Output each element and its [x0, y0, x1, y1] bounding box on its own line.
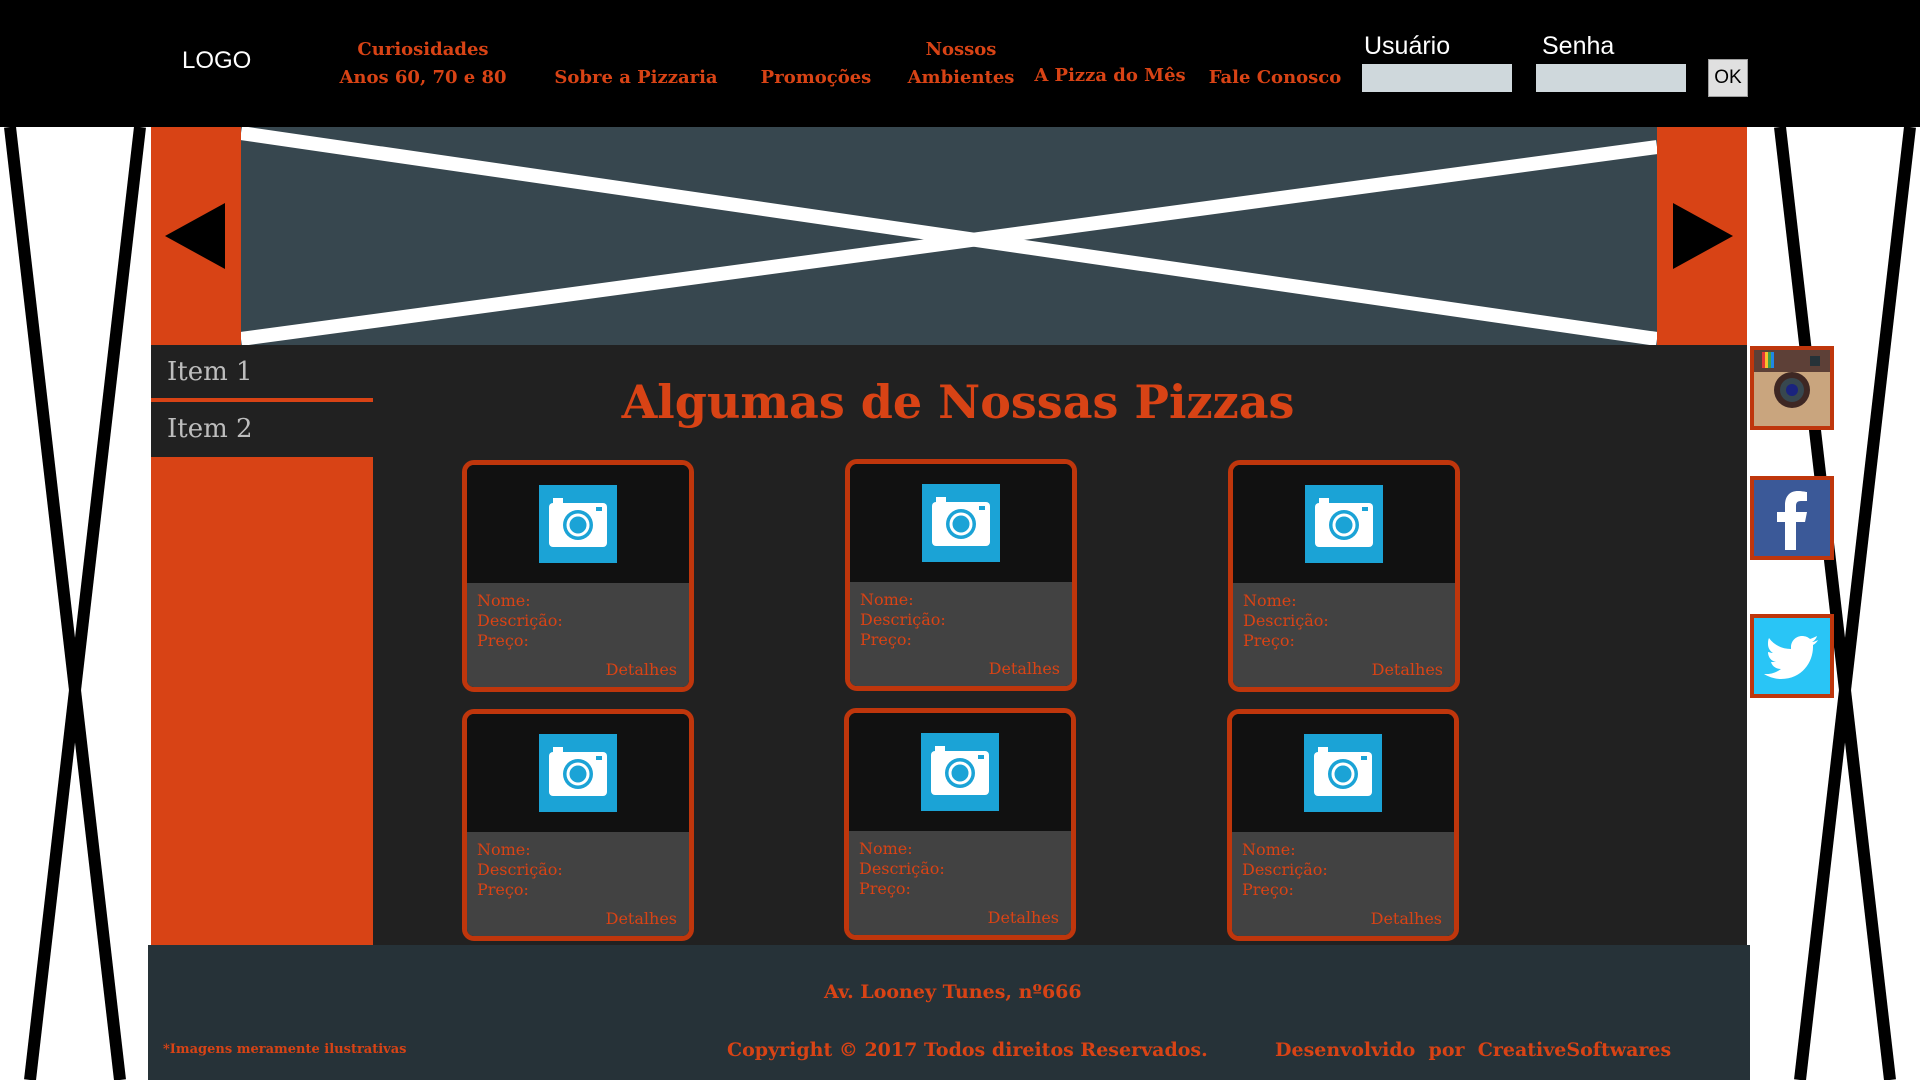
nav-item-label-line1: Nossos	[925, 39, 997, 60]
twitter-icon	[1754, 618, 1830, 694]
footer-copyright: Copyright © 2017 Todos direitos Reservad…	[727, 1039, 1208, 1061]
camera-icon	[1305, 485, 1383, 563]
slider-next-button[interactable]	[1657, 127, 1747, 345]
twitter-button[interactable]	[1750, 614, 1834, 698]
slider-image-placeholder	[239, 126, 1659, 346]
pizza-info: Nome: Descrição: Preço: Detalhes	[850, 582, 1072, 686]
pizza-info: Nome: Descrição: Preço: Detalhes	[849, 831, 1071, 935]
nav-item-ambientes[interactable]: Nossos Ambientes	[902, 36, 1020, 92]
username-input[interactable]	[1362, 64, 1512, 92]
pizza-card[interactable]: Nome: Descrição: Preço: Detalhes	[844, 708, 1076, 940]
pizza-card[interactable]: Nome: Descrição: Preço: Detalhes	[462, 460, 694, 692]
pizza-name-label: Nome:	[477, 591, 531, 610]
pizza-name-label: Nome:	[1242, 840, 1296, 859]
image-slider	[151, 126, 1747, 346]
footer-developer[interactable]: Desenvolvido por CreativeSoftwares	[1275, 1039, 1671, 1061]
pizza-info: Nome: Descrição: Preço: Detalhes	[467, 583, 689, 687]
pizza-description-label: Descrição:	[859, 859, 945, 878]
footer: Av. Looney Tunes, nº666 *Imagens meramen…	[148, 945, 1750, 1080]
password-input[interactable]	[1536, 64, 1686, 92]
pizza-name-label: Nome:	[1243, 591, 1297, 610]
logo[interactable]: LOGO	[182, 47, 251, 75]
camera-icon	[1304, 734, 1382, 812]
footer-disclaimer: *Imagens meramente ilustrativas	[163, 1042, 407, 1057]
footer-address: Av. Looney Tunes, nº666	[824, 981, 1082, 1003]
top-header: LOGO Curiosidades Anos 60, 70 e 80 Sobre…	[0, 0, 1920, 127]
pizza-description-label: Descrição:	[477, 860, 563, 879]
arrow-right-icon	[1673, 203, 1733, 269]
pizza-description-label: Descrição:	[860, 610, 946, 629]
instagram-button[interactable]	[1750, 346, 1834, 430]
pizza-details-link[interactable]: Detalhes	[1372, 660, 1443, 679]
pizza-price-label: Preço:	[1242, 880, 1294, 899]
sidebar-item-1[interactable]: Item 1	[151, 345, 373, 400]
camera-icon	[921, 733, 999, 811]
nav-item-pizza-do-mes[interactable]: A Pizza do Mês	[1034, 62, 1186, 90]
facebook-icon	[1754, 480, 1830, 556]
pizza-price-label: Preço:	[859, 879, 911, 898]
page-title: Algumas de Nossas Pizzas	[621, 375, 1295, 429]
pizza-info: Nome: Descrição: Preço: Detalhes	[467, 832, 689, 936]
pizza-info: Nome: Descrição: Preço: Detalhes	[1232, 832, 1454, 936]
nav-item-label: Sobre a Pizzaria	[554, 67, 718, 88]
pizza-card[interactable]: Nome: Descrição: Preço: Detalhes	[845, 459, 1077, 691]
nav-item-label-line1: Curiosidades	[357, 39, 489, 60]
instagram-icon	[1754, 350, 1830, 426]
camera-icon	[539, 734, 617, 812]
pizza-details-link[interactable]: Detalhes	[606, 909, 677, 928]
sidebar-item-2[interactable]: Item 2	[151, 402, 373, 457]
nav-item-label: Fale Conosco	[1208, 67, 1342, 88]
nav-item-promocoes[interactable]: Promoções	[752, 64, 880, 92]
pizza-card[interactable]: Nome: Descrição: Preço: Detalhes	[1227, 709, 1459, 941]
main-content: Algumas de Nossas Pizzas Nome: Descrição:…	[373, 345, 1747, 945]
pizza-description-label: Descrição:	[1242, 860, 1328, 879]
pizza-details-link[interactable]: Detalhes	[989, 659, 1060, 678]
nav-item-curiosidades[interactable]: Curiosidades Anos 60, 70 e 80	[338, 36, 508, 92]
nav-item-sobre[interactable]: Sobre a Pizzaria	[548, 64, 724, 92]
nav-item-label: Promoções	[760, 67, 872, 88]
nav-item-label-line2: Ambientes	[907, 67, 1015, 88]
login-ok-button[interactable]: OK	[1708, 59, 1748, 97]
nav-item-fale-conosco[interactable]: Fale Conosco	[1206, 64, 1344, 92]
pizza-photo-placeholder	[1233, 465, 1455, 583]
facebook-button[interactable]	[1750, 476, 1834, 560]
pizza-name-label: Nome:	[477, 840, 531, 859]
pizza-details-link[interactable]: Detalhes	[606, 660, 677, 679]
pizza-card[interactable]: Nome: Descrição: Preço: Detalhes	[1228, 460, 1460, 692]
pizza-price-label: Preço:	[477, 631, 529, 650]
pizza-photo-placeholder	[467, 465, 689, 583]
arrow-left-icon	[165, 203, 225, 269]
pizza-name-label: Nome:	[859, 839, 913, 858]
pizza-card[interactable]: Nome: Descrição: Preço: Detalhes	[462, 709, 694, 941]
pizza-price-label: Preço:	[860, 630, 912, 649]
pizza-photo-placeholder	[1232, 714, 1454, 832]
pizza-info: Nome: Descrição: Preço: Detalhes	[1233, 583, 1455, 687]
nav-item-label-line2: Anos 60, 70 e 80	[339, 67, 507, 88]
camera-icon	[922, 484, 1000, 562]
pizza-details-link[interactable]: Detalhes	[988, 908, 1059, 927]
nav-item-label: A Pizza do Mês	[1034, 65, 1186, 86]
username-label: Usuário	[1364, 32, 1451, 60]
pizza-details-link[interactable]: Detalhes	[1371, 909, 1442, 928]
pizza-price-label: Preço:	[477, 880, 529, 899]
pizza-photo-placeholder	[849, 713, 1071, 831]
pizza-photo-placeholder	[467, 714, 689, 832]
sidebar: Item 1 Item 2	[151, 345, 373, 945]
pizza-price-label: Preço:	[1243, 631, 1295, 650]
password-label: Senha	[1542, 32, 1615, 60]
camera-icon	[539, 485, 617, 563]
slider-prev-button[interactable]	[151, 127, 241, 345]
pizza-description-label: Descrição:	[477, 611, 563, 630]
pizza-description-label: Descrição:	[1243, 611, 1329, 630]
pizza-photo-placeholder	[850, 464, 1072, 582]
pizza-name-label: Nome:	[860, 590, 914, 609]
